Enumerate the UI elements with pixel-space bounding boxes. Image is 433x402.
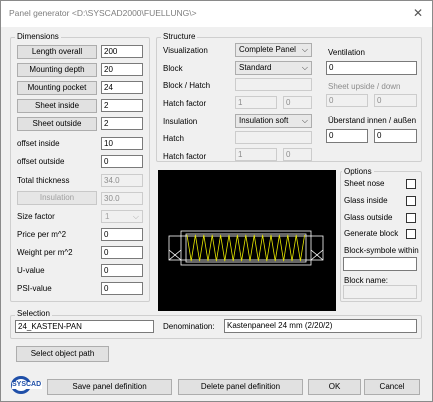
denomination-field[interactable]: Kastenpaneel 24 mm (2/20/2)	[224, 319, 417, 333]
hatch-label: Hatch	[163, 134, 184, 143]
block-hatch-field	[235, 78, 312, 91]
block-symbol-field[interactable]	[343, 257, 417, 271]
price-field[interactable]: 0	[101, 228, 143, 241]
panel-preview	[158, 170, 336, 311]
hatch-field	[235, 131, 312, 144]
mounting-pocket-field[interactable]: 24	[101, 81, 143, 94]
ventilation-field[interactable]: 0	[326, 61, 417, 75]
sheet-nose-label: Sheet nose	[344, 179, 385, 188]
total-thickness-field: 34.0	[101, 174, 143, 187]
block-name-field	[343, 285, 417, 299]
mounting-pocket-button[interactable]: Mounting pocket	[17, 81, 97, 95]
sheet-updown-label: Sheet upside / down	[328, 82, 401, 91]
panel-generator-window: Panel generator <D:\SYSCAD2000\FUELLUNG\…	[0, 0, 433, 402]
psi-value-label: PSI-value	[17, 284, 52, 293]
overlap-field-b[interactable]: 0	[374, 129, 417, 143]
chevron-down-icon: ⌵	[301, 116, 308, 125]
insulation-value: Insulation soft	[239, 116, 289, 125]
total-thickness-label: Total thickness	[17, 176, 70, 185]
selection-field[interactable]: 24_KASTEN-PAN	[15, 320, 154, 333]
generate-block-label: Generate block	[344, 229, 399, 238]
overlap-field-a[interactable]: 0	[326, 129, 368, 143]
glass-outside-label: Glass outside	[344, 213, 393, 222]
block-name-label: Block name:	[344, 276, 389, 285]
hatch-factor-2-label: Hatch factor	[163, 152, 207, 161]
sheet-inside-field[interactable]: 2	[101, 99, 143, 112]
chevron-down-icon: ⌵	[301, 63, 308, 72]
weight-label: Weight per m^2	[17, 248, 73, 257]
offset-inside-field[interactable]: 10	[101, 137, 143, 150]
hatch-factor-2-field-b: 0	[283, 148, 312, 161]
u-value-field[interactable]: 0	[101, 264, 143, 277]
options-group-label: Options	[342, 167, 374, 176]
sheet-updown-field-a: 0	[326, 94, 368, 107]
title-bar: Panel generator <D:\SYSCAD2000\FUELLUNG\…	[1, 1, 432, 27]
visualization-select[interactable]: Complete Panel ⌵	[235, 43, 312, 57]
chevron-down-icon: ⌵	[132, 212, 139, 221]
hatch-factor-field-b: 0	[283, 96, 312, 109]
block-symbol-label: Block-symbole within	[344, 246, 419, 255]
generate-block-checkbox[interactable]	[406, 229, 416, 239]
insulation-thickness-field: 30.0	[101, 192, 143, 205]
insulation-select[interactable]: Insulation soft ⌵	[235, 114, 312, 128]
glass-inside-label: Glass inside	[344, 196, 388, 205]
right-end-cross	[310, 249, 324, 261]
offset-outside-label: offset outside	[17, 157, 65, 166]
size-factor-value: 1	[105, 212, 110, 221]
ok-button[interactable]: OK	[308, 379, 361, 395]
hatch-factor-2-field-a: 1	[235, 148, 277, 161]
syscad-logo-text: SYSCAD	[12, 381, 42, 388]
insulation-button: Insulation	[17, 191, 97, 205]
dimensions-group-label: Dimensions	[15, 32, 61, 41]
weight-field[interactable]: 0	[101, 246, 143, 259]
insulation-zigzag	[186, 234, 305, 262]
visualization-value: Complete Panel	[239, 45, 296, 54]
select-object-path-button[interactable]: Select object path	[16, 346, 109, 362]
length-overall-button[interactable]: Length overall	[17, 45, 97, 59]
size-factor-label: Size factor	[17, 212, 55, 221]
visualization-label: Visualization	[163, 46, 208, 55]
chevron-down-icon: ⌵	[301, 45, 308, 54]
mounting-depth-button[interactable]: Mounting depth	[17, 63, 97, 77]
block-value: Standard	[239, 63, 272, 72]
block-select[interactable]: Standard ⌵	[235, 61, 312, 75]
cancel-button[interactable]: Cancel	[364, 379, 420, 395]
sheet-nose-checkbox[interactable]	[406, 179, 416, 189]
panel-preview-drawing	[168, 230, 324, 266]
length-overall-field[interactable]: 200	[101, 45, 143, 58]
window-title: Panel generator <D:\SYSCAD2000\FUELLUNG\…	[9, 8, 197, 18]
block-hatch-label: Block / Hatch	[163, 81, 211, 90]
save-panel-definition-button[interactable]: Save panel definition	[47, 379, 172, 395]
glass-outside-checkbox[interactable]	[406, 213, 416, 223]
u-value-label: U-value	[17, 266, 45, 275]
syscad-logo: SYSCAD	[9, 374, 43, 395]
glass-inside-checkbox[interactable]	[406, 196, 416, 206]
mounting-depth-field[interactable]: 20	[101, 63, 143, 76]
delete-panel-definition-button[interactable]: Delete panel definition	[178, 379, 303, 395]
structure-group-label: Structure	[161, 32, 198, 41]
insulation-label: Insulation	[163, 117, 198, 126]
sheet-outside-field[interactable]: 2	[101, 117, 143, 130]
selection-group-label: Selection	[15, 309, 52, 318]
sheet-outside-button[interactable]: Sheet outside	[17, 117, 97, 131]
offset-inside-label: offset inside	[17, 139, 60, 148]
overlap-label: Überstand innen / außen	[328, 116, 417, 125]
hatch-factor-field-a: 1	[235, 96, 277, 109]
ventilation-label: Ventilation	[328, 48, 365, 57]
hatch-factor-label: Hatch factor	[163, 99, 207, 108]
price-label: Price per m^2	[17, 230, 67, 239]
psi-value-field[interactable]: 0	[101, 282, 143, 295]
sheet-inside-button[interactable]: Sheet inside	[17, 99, 97, 113]
block-label: Block	[163, 64, 183, 73]
sheet-updown-field-b: 0	[374, 94, 417, 107]
offset-outside-field[interactable]: 0	[101, 155, 143, 168]
size-factor-select: 1 ⌵	[101, 210, 143, 223]
close-icon[interactable]: ✕	[410, 5, 426, 21]
denomination-label: Denomination:	[163, 322, 215, 331]
left-end-cross	[168, 249, 182, 261]
